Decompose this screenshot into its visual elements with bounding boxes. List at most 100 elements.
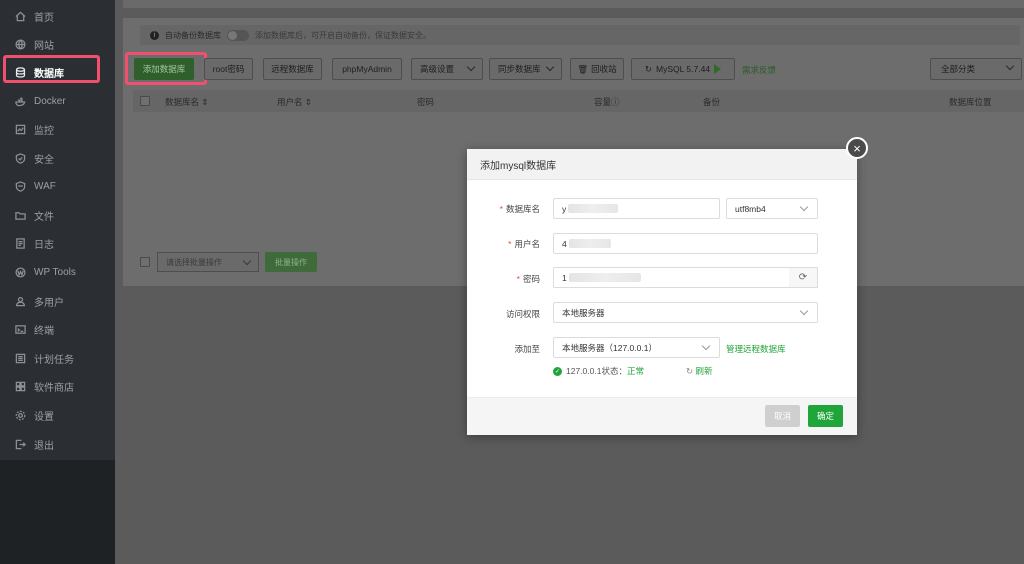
waf-shield-icon <box>14 180 26 192</box>
db-name-label: * 数据库名 <box>499 204 540 214</box>
category-select[interactable]: 全部分类 <box>930 58 1022 80</box>
col-backup: 备份 <box>703 97 721 107</box>
redacted-blur <box>568 239 611 248</box>
sidebar-item-website[interactable]: 网站 <box>0 30 115 58</box>
recycle-bin-button[interactable]: 🗑 回收站 <box>570 58 624 80</box>
access-select[interactable]: 本地服务器 <box>553 302 818 323</box>
home-icon <box>14 10 26 22</box>
chevron-down-icon <box>799 306 809 316</box>
db-name-input[interactable]: y <box>553 198 720 219</box>
password-input[interactable]: 1 <box>553 267 790 288</box>
chevron-down-icon <box>466 62 476 72</box>
refresh-label: 刷新 <box>695 366 713 376</box>
sidebar-item-wp-tools[interactable]: WP Tools <box>0 258 115 286</box>
refresh-icon: ⟳ <box>798 272 808 283</box>
bulk-select-checkbox[interactable] <box>140 257 150 267</box>
gear-icon <box>14 409 26 421</box>
add-button-highlight-box <box>125 52 207 85</box>
mysql-version-label: MySQL 5.7.44 <box>656 64 711 74</box>
table-header: 数据库名 ⇕ 用户名 ⇕ 密码 容量ⓘ 备份 数据库位置 <box>133 90 1024 112</box>
sync-database-label: 同步数据库 <box>498 64 541 74</box>
sidebar-item-home[interactable]: 首页 <box>0 2 115 30</box>
col-db-name[interactable]: 数据库名 ⇕ <box>165 96 209 108</box>
username-input[interactable]: 4 <box>553 233 818 254</box>
chevron-down-icon <box>799 202 809 212</box>
feedback-link[interactable]: 需求反馈 <box>742 64 776 76</box>
logout-icon <box>14 438 26 450</box>
add-to-label: 添加至 <box>514 344 540 354</box>
col-db-name-label: 数据库名 <box>165 97 200 107</box>
mysql-refresh-icon: ↻ <box>644 63 653 74</box>
phpmyadmin-button[interactable]: phpMyAdmin <box>332 58 402 80</box>
sync-database-dropdown[interactable]: 同步数据库 <box>489 58 562 80</box>
add-to-value: 本地服务器（127.0.0.1） <box>562 342 657 353</box>
recycle-bin-label: 回收站 <box>591 64 617 74</box>
sidebar-item-terminal[interactable]: 终端 <box>0 315 115 343</box>
info-icon: i <box>150 30 159 40</box>
add-to-select[interactable]: 本地服务器（127.0.0.1） <box>553 337 720 358</box>
bulk-action-select[interactable]: 请选择批量操作 <box>157 252 259 272</box>
status-state: 正常 <box>626 366 644 376</box>
col-username[interactable]: 用户名 ⇕ <box>277 96 312 108</box>
auto-backup-toggle[interactable] <box>227 29 249 41</box>
sidebar-item-label: 多用户 <box>34 297 64 309</box>
store-icon <box>14 380 26 392</box>
access-label: 访问权限 <box>505 309 540 319</box>
charset-select[interactable]: utf8mb4 <box>726 198 818 219</box>
db-name-value: y <box>562 203 567 214</box>
select-all-checkbox[interactable] <box>140 96 150 106</box>
close-icon[interactable]: × <box>846 137 868 159</box>
sidebar-item-logs[interactable]: 日志 <box>0 229 115 257</box>
modal-title: 添加mysql数据库 <box>467 149 857 180</box>
charset-value: utf8mb4 <box>735 203 766 214</box>
col-capacity: 容量ⓘ <box>594 97 620 107</box>
sidebar-item-label: 日志 <box>34 239 54 251</box>
users-icon <box>14 295 26 307</box>
advanced-settings-label: 高级设置 <box>420 64 455 74</box>
status-host: 127.0.0.1状态： <box>566 366 627 376</box>
manage-remote-db-link[interactable]: 管理远程数据库 <box>726 343 786 355</box>
confirm-button[interactable]: 确定 <box>808 405 843 427</box>
bulk-action-button[interactable]: 批量操作 <box>265 252 317 272</box>
play-icon <box>714 64 722 74</box>
sidebar-item-settings[interactable]: 设置 <box>0 401 115 429</box>
sidebar-item-label: WP Tools <box>34 266 76 278</box>
password-value: 1 <box>562 272 567 283</box>
generate-password-button[interactable]: ⟳ <box>789 267 818 288</box>
sidebar-item-files[interactable]: 文件 <box>0 201 115 229</box>
sidebar-item-security[interactable]: 安全 <box>0 144 115 172</box>
sidebar-item-label: 安全 <box>34 154 54 166</box>
auto-backup-tip: 添加数据库后，可开启自动备份，保证数据安全。 <box>255 30 431 40</box>
sidebar-item-docker[interactable]: Docker <box>0 87 115 115</box>
docker-icon <box>14 95 26 107</box>
task-icon <box>14 352 26 364</box>
sidebar-item-label: WAF <box>34 180 56 192</box>
shield-icon <box>14 152 26 164</box>
sidebar-item-waf[interactable]: WAF <box>0 172 115 200</box>
redacted-blur <box>568 204 619 213</box>
sidebar-item-label: 终端 <box>34 325 54 337</box>
advanced-settings-dropdown[interactable]: 高级设置 <box>411 58 483 80</box>
monitor-icon <box>14 123 26 135</box>
sidebar-item-label: 计划任务 <box>34 354 74 366</box>
sidebar-item-logout[interactable]: 退出 <box>0 430 115 458</box>
username-value: 4 <box>562 238 567 249</box>
folder-icon <box>14 209 26 221</box>
sidebar-item-monitor[interactable]: 监控 <box>0 115 115 143</box>
sidebar-item-multi-user[interactable]: 多用户 <box>0 287 115 315</box>
auto-backup-label: 自动备份数据库 <box>165 30 221 40</box>
col-username-label: 用户名 <box>277 97 303 107</box>
password-label: * 密码 <box>516 274 540 284</box>
chevron-down-icon <box>1005 61 1015 71</box>
sidebar-item-cron[interactable]: 计划任务 <box>0 344 115 372</box>
add-database-modal: 添加mysql数据库 <box>467 149 857 435</box>
remote-database-button[interactable]: 远程数据库 <box>263 58 322 80</box>
refresh-status-link[interactable]: ↻ 刷新 <box>686 365 713 377</box>
mysql-version-button[interactable]: ↻ MySQL 5.7.44 <box>631 58 735 80</box>
root-password-button[interactable]: root密码 <box>204 58 253 80</box>
sidebar-item-label: Docker <box>34 95 66 107</box>
sidebar-item-label: 设置 <box>34 411 54 423</box>
sidebar-item-app-store[interactable]: 软件商店 <box>0 372 115 400</box>
terminal-icon <box>14 323 26 335</box>
cancel-button[interactable]: 取消 <box>765 405 800 427</box>
